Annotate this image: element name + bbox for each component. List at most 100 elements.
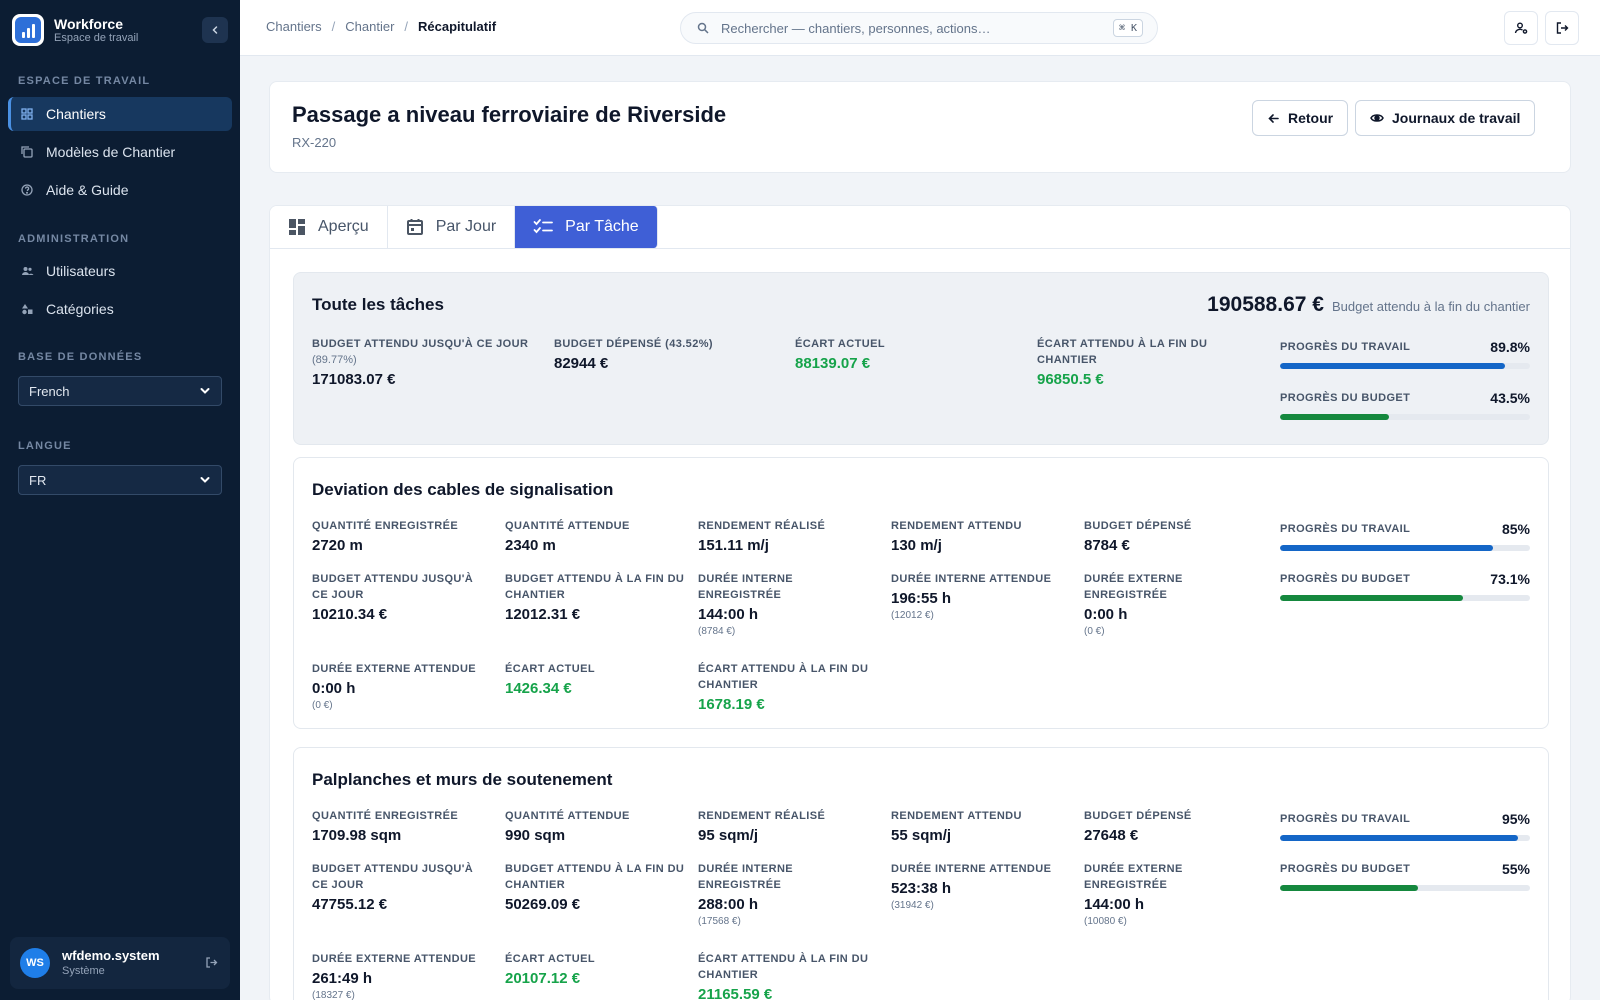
budget-progress: PROGRÈS DU BUDGET 73.1% xyxy=(1280,571,1530,601)
progress-track xyxy=(1280,414,1530,420)
metric-label: RENDEMENT RÉALISÉ xyxy=(698,810,826,822)
metric-label: DURÉE EXTERNE ATTENDUE xyxy=(312,953,477,965)
metric-label: ÉCART ATTENDU À LA FIN DU CHANTIER xyxy=(698,953,869,981)
metric-label: ÉCART ATTENDU À LA FIN DU CHANTIER xyxy=(1037,338,1208,366)
task-title: Palplanches et murs de soutenement xyxy=(312,770,613,789)
progress-value: 89.8% xyxy=(1490,339,1530,355)
chevron-down-icon xyxy=(199,385,211,397)
progress-label: PROGRÈS DU TRAVAIL xyxy=(1280,341,1411,353)
metric-value: 2720 m xyxy=(312,537,363,554)
chevron-down-icon xyxy=(199,474,211,486)
metric-value: 2340 m xyxy=(505,537,556,554)
metric-value: 96850.5 € xyxy=(1037,371,1104,388)
metric-label: QUANTITÉ ENREGISTRÉE xyxy=(312,810,459,822)
metric-value: 27648 € xyxy=(1084,827,1139,844)
metric-label: ÉCART ACTUEL xyxy=(505,953,595,965)
breadcrumb-chantiers[interactable]: Chantiers xyxy=(266,19,322,34)
progress-value: 95% xyxy=(1501,811,1530,827)
task-metric: QUANTITÉ ATTENDUE 2340 m xyxy=(505,518,685,554)
progress-label: PROGRÈS DU TRAVAIL xyxy=(1280,523,1411,535)
tab-par-tache[interactable]: Par Tâche xyxy=(515,206,658,248)
content-card: Aperçu Par Jour Par Tâche Toute les tâch… xyxy=(269,205,1571,1000)
metric-label: RENDEMENT ATTENDU xyxy=(891,810,1022,822)
metric-label: RENDEMENT RÉALISÉ xyxy=(698,520,826,532)
collapse-sidebar-button[interactable] xyxy=(202,17,228,43)
metric-value: 144:00 h xyxy=(698,606,759,623)
metric-label: BUDGET ATTENDU JUSQU'À CE JOUR xyxy=(312,573,474,601)
budget-progress: PROGRÈS DU BUDGET 43.5% xyxy=(1280,390,1530,420)
user-gear-icon xyxy=(1514,21,1528,35)
task-metric: RENDEMENT RÉALISÉ 95 sqm/j xyxy=(698,808,878,844)
sidebar-item-aide[interactable]: Aide & Guide xyxy=(8,173,232,207)
progress-track xyxy=(1280,363,1530,369)
task-metric: BUDGET DÉPENSÉ 8784 € xyxy=(1084,518,1264,554)
sidebar-item-label: Utilisateurs xyxy=(46,263,116,279)
work-progress: PROGRÈS DU TRAVAIL 89.8% xyxy=(1280,339,1530,369)
progress-fill xyxy=(1280,835,1518,841)
task-metric: DURÉE EXTERNE ENREGISTRÉE 0:00 h (0 €) xyxy=(1084,571,1264,637)
metric-note: (18327 €) xyxy=(312,990,355,1000)
sidebar-item-modeles[interactable]: Modèles de Chantier xyxy=(8,135,232,169)
progress-value: 43.5% xyxy=(1490,390,1530,406)
task-metric: DURÉE EXTERNE ATTENDUE 261:49 h (18327 €) xyxy=(312,951,492,1000)
metric-value: 261:49 h xyxy=(312,970,373,987)
tab-apercu[interactable]: Aperçu xyxy=(270,206,388,248)
database-select[interactable]: French xyxy=(18,376,222,406)
task-metric: BUDGET DÉPENSÉ 27648 € xyxy=(1084,808,1264,844)
metric-value: 82944 € xyxy=(554,355,609,372)
progress-label: PROGRÈS DU TRAVAIL xyxy=(1280,813,1411,825)
app-logo-icon xyxy=(12,14,44,46)
task-metric: DURÉE INTERNE ATTENDUE 523:38 h (31942 €) xyxy=(891,861,1071,911)
metric-value: 990 sqm xyxy=(505,827,566,844)
language-select[interactable]: FR xyxy=(18,465,222,495)
task-metric: ÉCART ACTUEL 1426.34 € xyxy=(505,661,685,697)
metric-label: QUANTITÉ ATTENDUE xyxy=(505,520,630,532)
budget-progress: PROGRÈS DU BUDGET 55% xyxy=(1280,861,1530,891)
metric-sublabel: (89.77%) xyxy=(312,354,357,366)
metric-value: 171083.07 € xyxy=(312,371,396,388)
sidebar-item-chantiers[interactable]: Chantiers xyxy=(8,97,232,131)
calendar-icon xyxy=(406,218,424,236)
summary-metric: BUDGET ATTENDU JUSQU'À CE JOUR (89.77%) 1… xyxy=(312,336,537,388)
user-role: Système xyxy=(62,965,105,978)
user-card[interactable]: WS wfdemo.system Système xyxy=(10,937,230,989)
sidebar-item-utilisateurs[interactable]: Utilisateurs xyxy=(8,254,232,288)
tab-par-jour[interactable]: Par Jour xyxy=(387,206,516,248)
user-settings-button[interactable] xyxy=(1504,11,1538,45)
arrow-left-icon xyxy=(1267,112,1280,125)
metric-note: (0 €) xyxy=(312,700,333,711)
search-input[interactable]: Rechercher — chantiers, personnes, actio… xyxy=(680,12,1158,44)
metric-value: 0:00 h xyxy=(312,680,356,697)
metric-label: ÉCART ATTENDU À LA FIN DU CHANTIER xyxy=(698,663,869,691)
progress-fill xyxy=(1280,885,1418,891)
breadcrumb-chantier[interactable]: Chantier xyxy=(345,19,394,34)
progress-track xyxy=(1280,595,1530,601)
project-code: RX-220 xyxy=(292,135,337,150)
task-metric: BUDGET ATTENDU À LA FIN DU CHANTIER 50269… xyxy=(505,861,685,913)
logout-button[interactable] xyxy=(1545,11,1579,45)
metric-value: 1709.98 sqm xyxy=(312,827,402,844)
back-button[interactable]: Retour xyxy=(1252,100,1349,136)
sidebar-item-categories[interactable]: Catégories xyxy=(8,292,232,326)
work-logs-button[interactable]: Journaux de travail xyxy=(1355,100,1536,136)
progress-label: PROGRÈS DU BUDGET xyxy=(1280,573,1411,585)
task-metric: ÉCART ATTENDU À LA FIN DU CHANTIER 1678.1… xyxy=(698,661,878,713)
work-progress: PROGRÈS DU TRAVAIL 95% xyxy=(1280,811,1530,841)
summary-metric: BUDGET DÉPENSÉ (43.52%) 82944 € xyxy=(554,336,779,372)
metric-label: BUDGET ATTENDU JUSQU'À CE JOUR xyxy=(312,863,474,891)
task-metric: ÉCART ATTENDU À LA FIN DU CHANTIER 21165.… xyxy=(698,951,878,1000)
progress-fill xyxy=(1280,363,1505,369)
breadcrumb: Chantiers / Chantier / Récapitulatif xyxy=(266,19,496,34)
sidebar-item-label: Aide & Guide xyxy=(46,182,129,198)
summary-card: Toute les tâches 190588.67 € Budget atte… xyxy=(293,272,1549,445)
sidebar-item-label: Chantiers xyxy=(46,106,106,122)
logout-icon[interactable] xyxy=(205,956,218,969)
breadcrumb-current: Récapitulatif xyxy=(418,19,497,34)
tab-label: Aperçu xyxy=(318,218,369,235)
task-metric: RENDEMENT ATTENDU 130 m/j xyxy=(891,518,1071,554)
app-subtitle: Espace de travail xyxy=(54,31,139,44)
summary-metric: ÉCART ACTUEL 88139.07 € xyxy=(795,336,1020,372)
metric-label: BUDGET ATTENDU À LA FIN DU CHANTIER xyxy=(505,863,685,891)
progress-track xyxy=(1280,545,1530,551)
brand[interactable]: Workforce Espace de travail xyxy=(12,14,138,46)
